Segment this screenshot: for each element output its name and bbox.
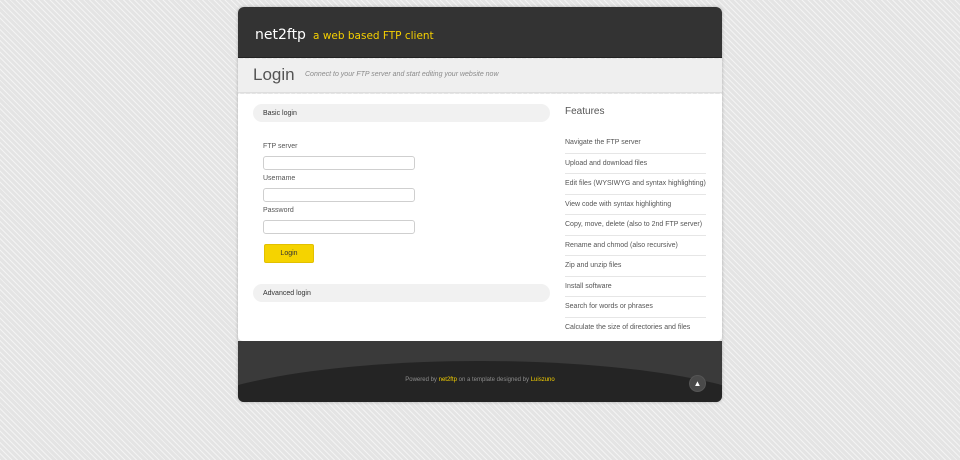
site-footer: Powered by net2ftp on a template designe… (238, 341, 722, 402)
login-button[interactable]: Login (264, 244, 314, 263)
feature-item: Install software (565, 277, 706, 297)
title-bar: Login Connect to your FTP server and sta… (238, 59, 722, 93)
feature-item: Calculate the size of directories and fi… (565, 323, 691, 331)
site-header: net2ftp a web based FTP client (238, 7, 722, 58)
password-input[interactable] (263, 220, 415, 234)
footer-credit: Powered by net2ftp on a template designe… (238, 377, 722, 383)
username-input[interactable] (263, 188, 415, 202)
main-content: Basic login FTP server Username Password… (238, 94, 722, 341)
feature-item: Upload and download files (565, 154, 706, 174)
brand: net2ftp a web based FTP client (255, 24, 434, 43)
net2ftp-link[interactable]: net2ftp (439, 377, 457, 383)
feature-item: Rename and chmod (also recursive) (565, 236, 706, 256)
feature-item: Copy, move, delete (also to 2nd FTP serv… (565, 215, 706, 236)
app-tagline: a web based FTP client (313, 30, 434, 42)
password-label: Password (263, 207, 294, 214)
feature-item: Navigate the FTP server (565, 133, 706, 154)
feature-item: Zip and unzip files (565, 256, 706, 277)
feature-item: Edit files (WYSIWYG and syntax highlight… (565, 174, 706, 195)
username-label: Username (263, 175, 296, 182)
advanced-login-header[interactable]: Advanced login (253, 284, 550, 302)
features-list: Navigate the FTP server Upload and downl… (565, 133, 706, 338)
arrow-up-icon[interactable]: ▲ (689, 375, 706, 392)
template-text: on a template designed by (458, 377, 530, 383)
page-title: Login (253, 65, 295, 84)
designer-link[interactable]: Luiszuno (531, 377, 555, 383)
app-name[interactable]: net2ftp (255, 27, 306, 43)
page-subtitle: Connect to your FTP server and start edi… (305, 71, 499, 78)
feature-item: Search for words or phrases (565, 297, 706, 318)
powered-by-text: Powered by (405, 377, 437, 383)
basic-login-header[interactable]: Basic login (253, 104, 550, 122)
ftp-server-input[interactable] (263, 156, 415, 170)
features-title: Features (565, 106, 605, 117)
ftp-server-label: FTP server (263, 143, 298, 150)
feature-item: View code with syntax highlighting (565, 195, 706, 215)
page-container: net2ftp a web based FTP client Login Con… (238, 7, 722, 402)
